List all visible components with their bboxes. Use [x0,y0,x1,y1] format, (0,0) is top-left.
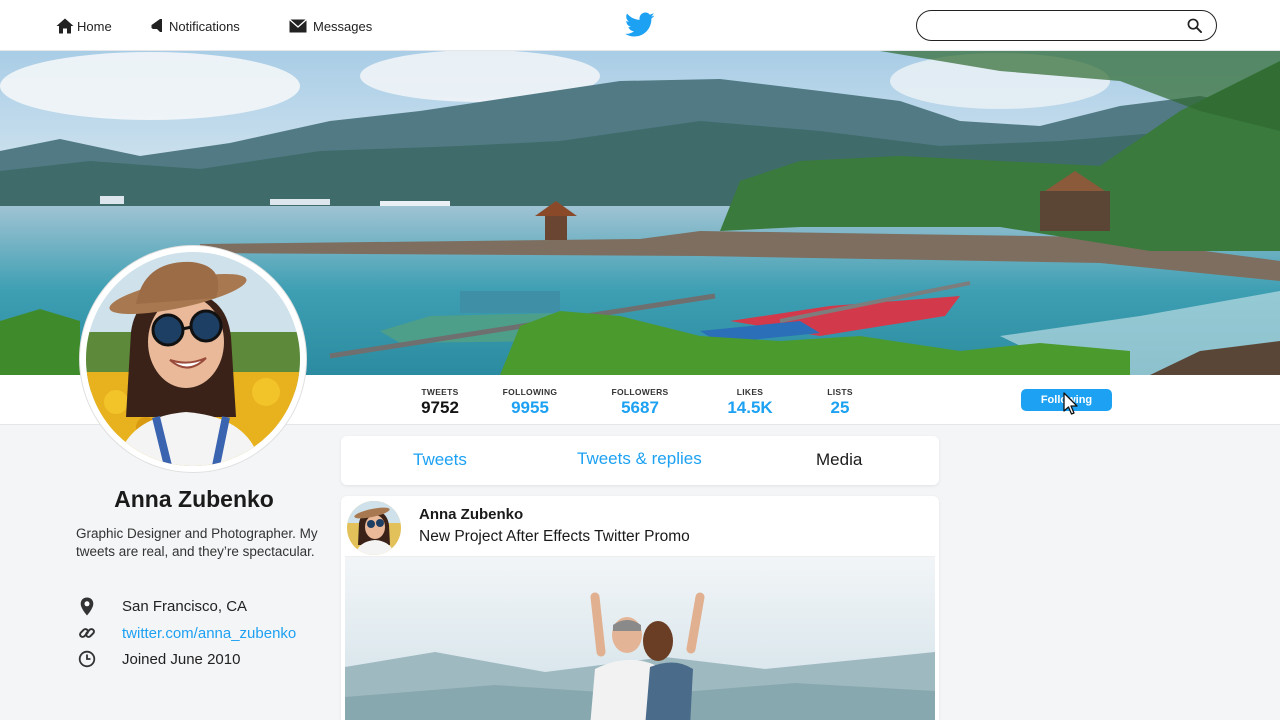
home-icon [56,18,74,34]
nav-messages-label: Messages [313,18,373,34]
stat-likes-label: LIKES [736,387,764,397]
twitter-bird-icon[interactable] [625,12,655,38]
stat-lists-value: 25 [830,398,850,417]
clock-icon [76,648,98,670]
stat-tweets-label: TWEETS [421,387,459,397]
nav-home[interactable]: Home [56,16,112,36]
search-box [916,10,1217,41]
bell-icon [151,19,162,32]
tab-tweets-and-replies[interactable]: Tweets & replies [577,449,702,469]
profile-website-link[interactable]: twitter.com/anna_zubenko [122,625,296,642]
top-navigation-bar: Home Notifications Messages [0,0,1280,51]
stat-lists[interactable]: LISTS 25 [795,387,885,418]
tab-tweets[interactable]: Tweets [413,450,467,470]
profile-website[interactable]: twitter.com/anna_zubenko [76,622,296,644]
stat-likes-value: 14.5K [727,398,773,417]
profile-avatar[interactable] [80,246,306,472]
profile-tabs: Tweets Tweets & replies Media [341,436,939,485]
stat-followers[interactable]: FOLLOWERS 5687 [595,387,685,418]
nav-notifications[interactable]: Notifications [151,16,240,36]
nav-notifications-label: Notifications [169,18,240,34]
stat-tweets-value: 9752 [421,398,459,417]
stat-following-value: 9955 [511,398,549,417]
profile-joined: Joined June 2010 [76,648,240,670]
nav-messages[interactable]: Messages [289,16,372,36]
stat-following[interactable]: FOLLOWING 9955 [485,387,575,418]
tweet-card[interactable]: Anna Zubenko New Project After Effects T… [341,496,939,720]
search-icon[interactable] [1187,18,1202,33]
stat-followers-value: 5687 [621,398,659,417]
tweet-media-image[interactable] [345,556,935,720]
profile-bio: Graphic Designer and Photographer. My tw… [76,526,318,559]
stat-likes[interactable]: LIKES 14.5K [705,387,795,418]
stat-tweets[interactable]: TWEETS 9752 [395,387,485,418]
tab-media[interactable]: Media [816,450,862,470]
stat-followers-label: FOLLOWERS [611,387,669,397]
search-input[interactable] [931,17,1181,35]
envelope-icon [289,19,307,33]
tweet-text: New Project After Effects Twitter Promo [419,528,690,545]
tweet-author-avatar[interactable] [347,501,401,555]
profile-location-text: San Francisco, CA [122,597,248,615]
nav-home-label: Home [77,18,112,34]
profile-name: Anna Zubenko [114,486,274,512]
stat-lists-label: LISTS [827,387,853,397]
profile-joined-text: Joined June 2010 [122,650,241,668]
tweet-author-name[interactable]: Anna Zubenko [419,506,523,523]
mouse-pointer-icon [1063,392,1078,415]
stat-following-label: FOLLOWING [502,387,558,397]
profile-location: San Francisco, CA [76,595,247,617]
link-icon [76,622,98,644]
map-pin-icon [76,595,98,617]
